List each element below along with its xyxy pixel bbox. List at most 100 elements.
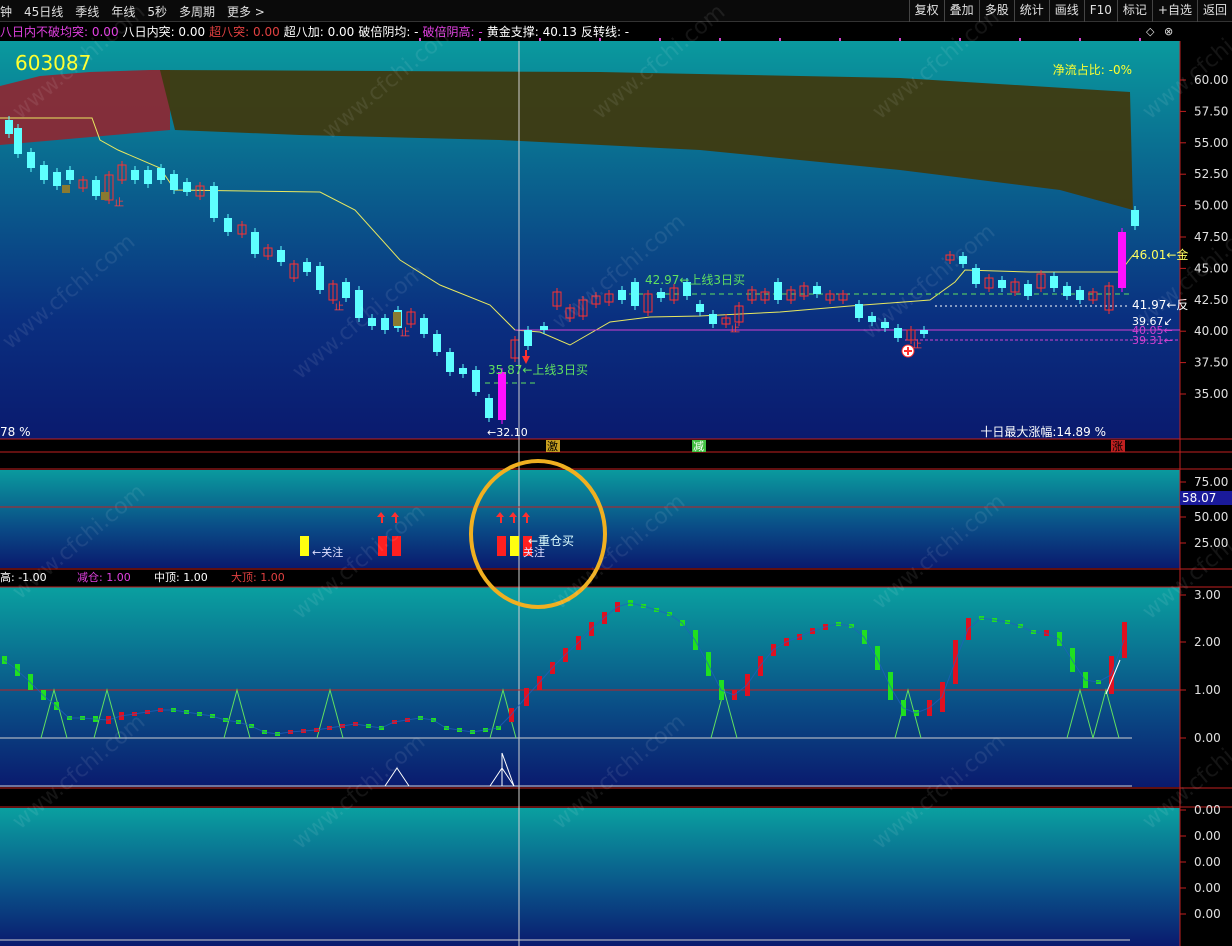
candle-down <box>485 398 493 418</box>
panel4-axis-label: 0.00 <box>1194 907 1221 921</box>
heavy-buy-label: ←重仓买 <box>528 534 574 548</box>
gold-support-label: 46.01←金 <box>1132 247 1188 262</box>
osc-bar-red <box>1122 622 1127 658</box>
candle-down <box>53 172 61 186</box>
diamond-icon: ◇ <box>1146 25 1155 38</box>
candle-down <box>277 250 285 262</box>
price-axis-label: 50.00 <box>1194 199 1228 213</box>
panel4-axis-label: 0.00 <box>1194 881 1221 895</box>
signal-marker: 涨 <box>1112 440 1123 453</box>
candle-down <box>183 182 191 192</box>
candle-down <box>657 292 665 298</box>
close-icon: ⊗ <box>1164 25 1173 38</box>
candle-down <box>618 290 626 300</box>
signal-bar <box>497 536 506 556</box>
candle-down <box>1131 210 1139 226</box>
price-label: 39.31← <box>1132 334 1173 347</box>
panel3-axis-label: 0.00 <box>1194 731 1221 745</box>
candle-down <box>696 304 704 312</box>
candle-down <box>14 128 22 154</box>
candle-down <box>381 318 389 330</box>
panel3-info-item: 中顶: 1.00 <box>154 571 208 584</box>
candle-magenta <box>498 372 506 420</box>
candle-down <box>251 232 259 254</box>
price-axis-label: 35.00 <box>1194 387 1228 401</box>
candle-down <box>894 328 902 338</box>
buy-signal-label: 35.87←上线3日买 <box>488 363 588 377</box>
volume-ratio: 78 % <box>0 425 31 439</box>
candle-down <box>459 368 467 374</box>
candle-magenta <box>1118 232 1126 288</box>
candle-down <box>210 186 218 218</box>
candle-down <box>855 304 863 318</box>
stop-marker: 止 <box>334 301 344 313</box>
stop-marker: 止 <box>730 323 740 335</box>
panel4-bg <box>0 808 1180 946</box>
candle-down <box>66 170 74 180</box>
candle-down <box>144 170 152 184</box>
candle-olive <box>393 312 401 326</box>
panel3-info-item: 大顶: 1.00 <box>231 570 285 584</box>
price-axis-label: 42.50 <box>1194 293 1228 307</box>
price-axis-label: 57.50 <box>1194 104 1228 118</box>
buy-signal-label: 42.97←上线3日买 <box>645 273 745 287</box>
candle-olive <box>62 185 70 193</box>
candle-down <box>774 282 782 300</box>
candle-down <box>813 286 821 294</box>
signal-bar <box>510 536 519 556</box>
candle-down <box>972 268 980 284</box>
marker-strip <box>0 440 1180 452</box>
candle-down <box>5 120 13 134</box>
candle-down <box>303 262 311 272</box>
chart-canvas[interactable]: 60.0057.5055.0052.5050.0047.5045.0042.50… <box>0 0 1232 946</box>
stop-marker: 止 <box>114 197 124 209</box>
panel3-axis-label: 3.00 <box>1194 588 1221 602</box>
candle-down <box>920 330 928 334</box>
candle-down <box>92 180 100 196</box>
price-axis-label: 55.00 <box>1194 136 1228 150</box>
candle-down <box>342 282 350 298</box>
candle-down <box>170 174 178 190</box>
candle-down <box>1050 276 1058 288</box>
candle-down <box>524 330 532 346</box>
candle-down <box>131 170 139 180</box>
ten-day-max-gain: 十日最大涨幅:14.89 % <box>980 424 1106 439</box>
panel4-axis-label: 0.00 <box>1194 803 1221 817</box>
candle-down <box>998 280 1006 288</box>
price-axis-label: 37.50 <box>1194 356 1228 370</box>
candle-down <box>1024 284 1032 296</box>
panel3-axis-label: 2.00 <box>1194 635 1221 649</box>
stop-marker: 止 <box>400 327 410 339</box>
candle-down <box>709 314 717 324</box>
signal-marker: 激 <box>547 439 558 453</box>
candle-down <box>540 326 548 330</box>
candle-down <box>420 318 428 334</box>
candle-down <box>224 218 232 232</box>
candle-down <box>27 152 35 168</box>
candle-down <box>631 282 639 306</box>
candle-down <box>446 352 454 372</box>
panel3-info-item: 减仓: 1.00 <box>77 570 131 584</box>
candle-down <box>1076 290 1084 300</box>
low-price-label: ←32.10 <box>487 426 528 439</box>
candle-down <box>472 370 480 392</box>
panel2-highlight-value: 58.07 <box>1182 491 1216 505</box>
candle-down <box>1063 286 1071 296</box>
signal-marker: 减 <box>693 440 704 453</box>
panel3-axis-label: 1.00 <box>1194 683 1221 697</box>
signal-bar <box>300 536 309 556</box>
panel4-axis-label: 0.00 <box>1194 829 1221 843</box>
panel2-axis-label: 75.00 <box>1194 475 1228 489</box>
candle-down <box>157 168 165 180</box>
focus-label: ←关注 <box>312 545 343 559</box>
panel4-axis-label: 0.00 <box>1194 855 1221 869</box>
price-axis-label: 52.50 <box>1194 167 1228 181</box>
panel3-bg <box>0 587 1180 787</box>
price-axis-label: 40.00 <box>1194 324 1228 338</box>
candle-down <box>433 334 441 352</box>
panel2-axis-label: 50.00 <box>1194 510 1228 524</box>
candle-down <box>40 165 48 180</box>
candle-olive <box>101 192 109 200</box>
candle-down <box>316 266 324 290</box>
net-flow-ratio: 净流占比: -0% <box>1053 62 1132 77</box>
